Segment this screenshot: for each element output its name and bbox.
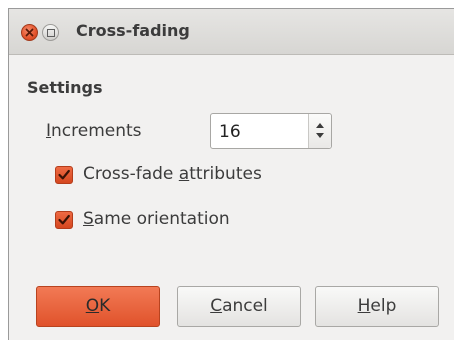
- crossfade-label-post: ttributes: [189, 164, 262, 184]
- spin-buttons[interactable]: [308, 114, 331, 148]
- crossfade-label-mnemonic: a: [178, 164, 190, 184]
- crossfade-attributes-label[interactable]: Cross-fade attributes: [83, 164, 262, 184]
- close-icon: [25, 28, 34, 37]
- ok-label-rest: K: [99, 296, 111, 316]
- orientation-label-mnemonic: S: [83, 209, 94, 229]
- increments-value[interactable]: 16: [219, 122, 241, 142]
- window-title: Cross-fading: [76, 21, 190, 40]
- arrow-up-icon[interactable]: [316, 123, 324, 128]
- close-button[interactable]: [21, 24, 38, 41]
- checkmark-icon: [58, 169, 70, 180]
- crossfade-label-pre: Cross-fade: [83, 164, 179, 184]
- checkmark-icon: [58, 214, 70, 225]
- help-label-rest: elp: [370, 296, 397, 316]
- maximize-button[interactable]: [42, 24, 59, 41]
- same-orientation-checkbox[interactable]: [55, 211, 73, 229]
- dialog-window: Cross-fading Settings Increments 16 Cros…: [8, 8, 454, 340]
- maximize-icon: [47, 29, 55, 37]
- help-button[interactable]: Help: [315, 286, 439, 327]
- title-bar[interactable]: Cross-fading: [9, 9, 454, 55]
- settings-heading: Settings: [27, 78, 103, 97]
- ok-button[interactable]: OK: [36, 286, 160, 327]
- ok-mnemonic: O: [85, 296, 100, 316]
- help-mnemonic: H: [357, 296, 371, 316]
- arrow-down-icon[interactable]: [316, 133, 324, 138]
- increments-label: Increments: [46, 121, 142, 141]
- same-orientation-label[interactable]: Same orientation: [83, 209, 230, 229]
- increments-spinbox[interactable]: 16: [210, 113, 332, 149]
- increments-label-text: ncrements: [51, 121, 142, 141]
- cancel-mnemonic: C: [210, 296, 223, 316]
- orientation-label-post: ame orientation: [93, 209, 230, 229]
- cancel-button[interactable]: Cancel: [177, 286, 301, 327]
- crossfade-attributes-checkbox[interactable]: [55, 166, 73, 184]
- cancel-label-rest: ancel: [222, 296, 268, 316]
